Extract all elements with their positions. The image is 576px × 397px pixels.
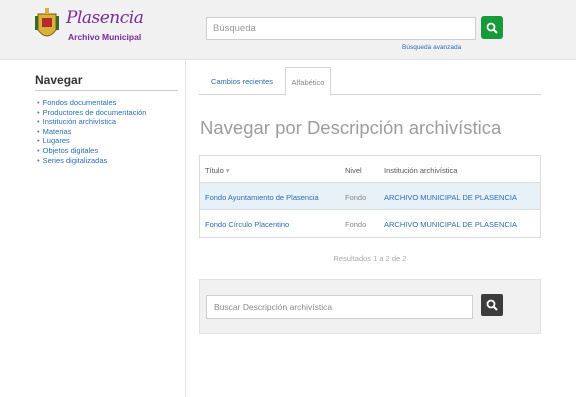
sort-caret-icon: ▾ [225, 166, 230, 175]
site-header: Plasencia Archivo Municipal Búsqueda Bús… [0, 0, 576, 60]
table-header: Título ▾ Nivel Institución archivística [200, 156, 540, 183]
sidebar-title: Navegar [35, 73, 178, 91]
search-icon [486, 299, 498, 311]
sidebar-item-lugares[interactable]: Lugares [37, 136, 146, 146]
table-row: Fondo Ayuntamiento de Plasencia Fondo AR… [200, 183, 540, 210]
sidebar-item-productores[interactable]: Productores de documentación [37, 108, 147, 118]
search-input[interactable]: Búsqueda [206, 17, 476, 40]
sidebar-item-materias[interactable]: Materias [37, 127, 146, 137]
column-header-title[interactable]: Título ▾ [205, 166, 230, 175]
site-logo[interactable]: Plasencia Archivo Municipal [34, 6, 144, 50]
advanced-search-link[interactable]: Búsqueda avanzada [402, 44, 461, 51]
sidebar-item-fondos[interactable]: Fondos documentales [37, 98, 146, 108]
search-icon [486, 22, 498, 34]
sidebar-item-series[interactable]: Series digitalizadas [37, 156, 146, 166]
row-level: Fondo [345, 193, 367, 202]
row-level: Fondo [345, 220, 367, 229]
page-title: Navegar por Descripción archivística [200, 117, 502, 138]
row-institution-link[interactable]: ARCHIVO MUNICIPAL DE PLASENCIA [384, 193, 517, 202]
description-search-button[interactable] [481, 294, 503, 316]
row-institution-link[interactable]: ARCHIVO MUNICIPAL DE PLASENCIA [384, 220, 517, 229]
sidebar-item-objetos[interactable]: Objetos digitales [37, 146, 146, 156]
row-title-link[interactable]: Fondo Ayuntamiento de Plasencia [205, 193, 319, 202]
table-row: Fondo Círculo Placentino Fondo ARCHIVO M… [200, 210, 540, 237]
description-search-input[interactable]: Buscar Descripción archivística [206, 295, 473, 319]
sidebar-item-institucion[interactable]: Institución archivística [37, 117, 146, 127]
results-count: Resultados 1 a 2 de 2 [333, 254, 407, 263]
description-search-panel: Buscar Descripción archivística [199, 279, 541, 334]
column-header-level: Nivel [345, 166, 362, 175]
logo-subtitle: Archivo Municipal [68, 32, 142, 42]
logo-script-text: Plasencia [66, 8, 144, 28]
sidebar: Navegar Fondos documentales Productores … [0, 61, 186, 397]
coat-of-arms-icon [35, 8, 59, 37]
search-button[interactable] [481, 16, 503, 39]
column-header-title-label: Título [205, 166, 224, 175]
row-title-link[interactable]: Fondo Círculo Placentino [205, 220, 289, 229]
sidebar-nav-list: Fondos documentales Productores de docum… [37, 98, 147, 166]
results-table: Título ▾ Nivel Institución archivística … [199, 155, 541, 238]
tab-bar: Cambios recientes Alfabético [199, 67, 541, 96]
tab-recent-changes[interactable]: Cambios recientes [199, 67, 285, 95]
column-header-institution: Institución archivística [384, 166, 458, 175]
tab-alphabetical[interactable]: Alfabético [285, 67, 331, 96]
